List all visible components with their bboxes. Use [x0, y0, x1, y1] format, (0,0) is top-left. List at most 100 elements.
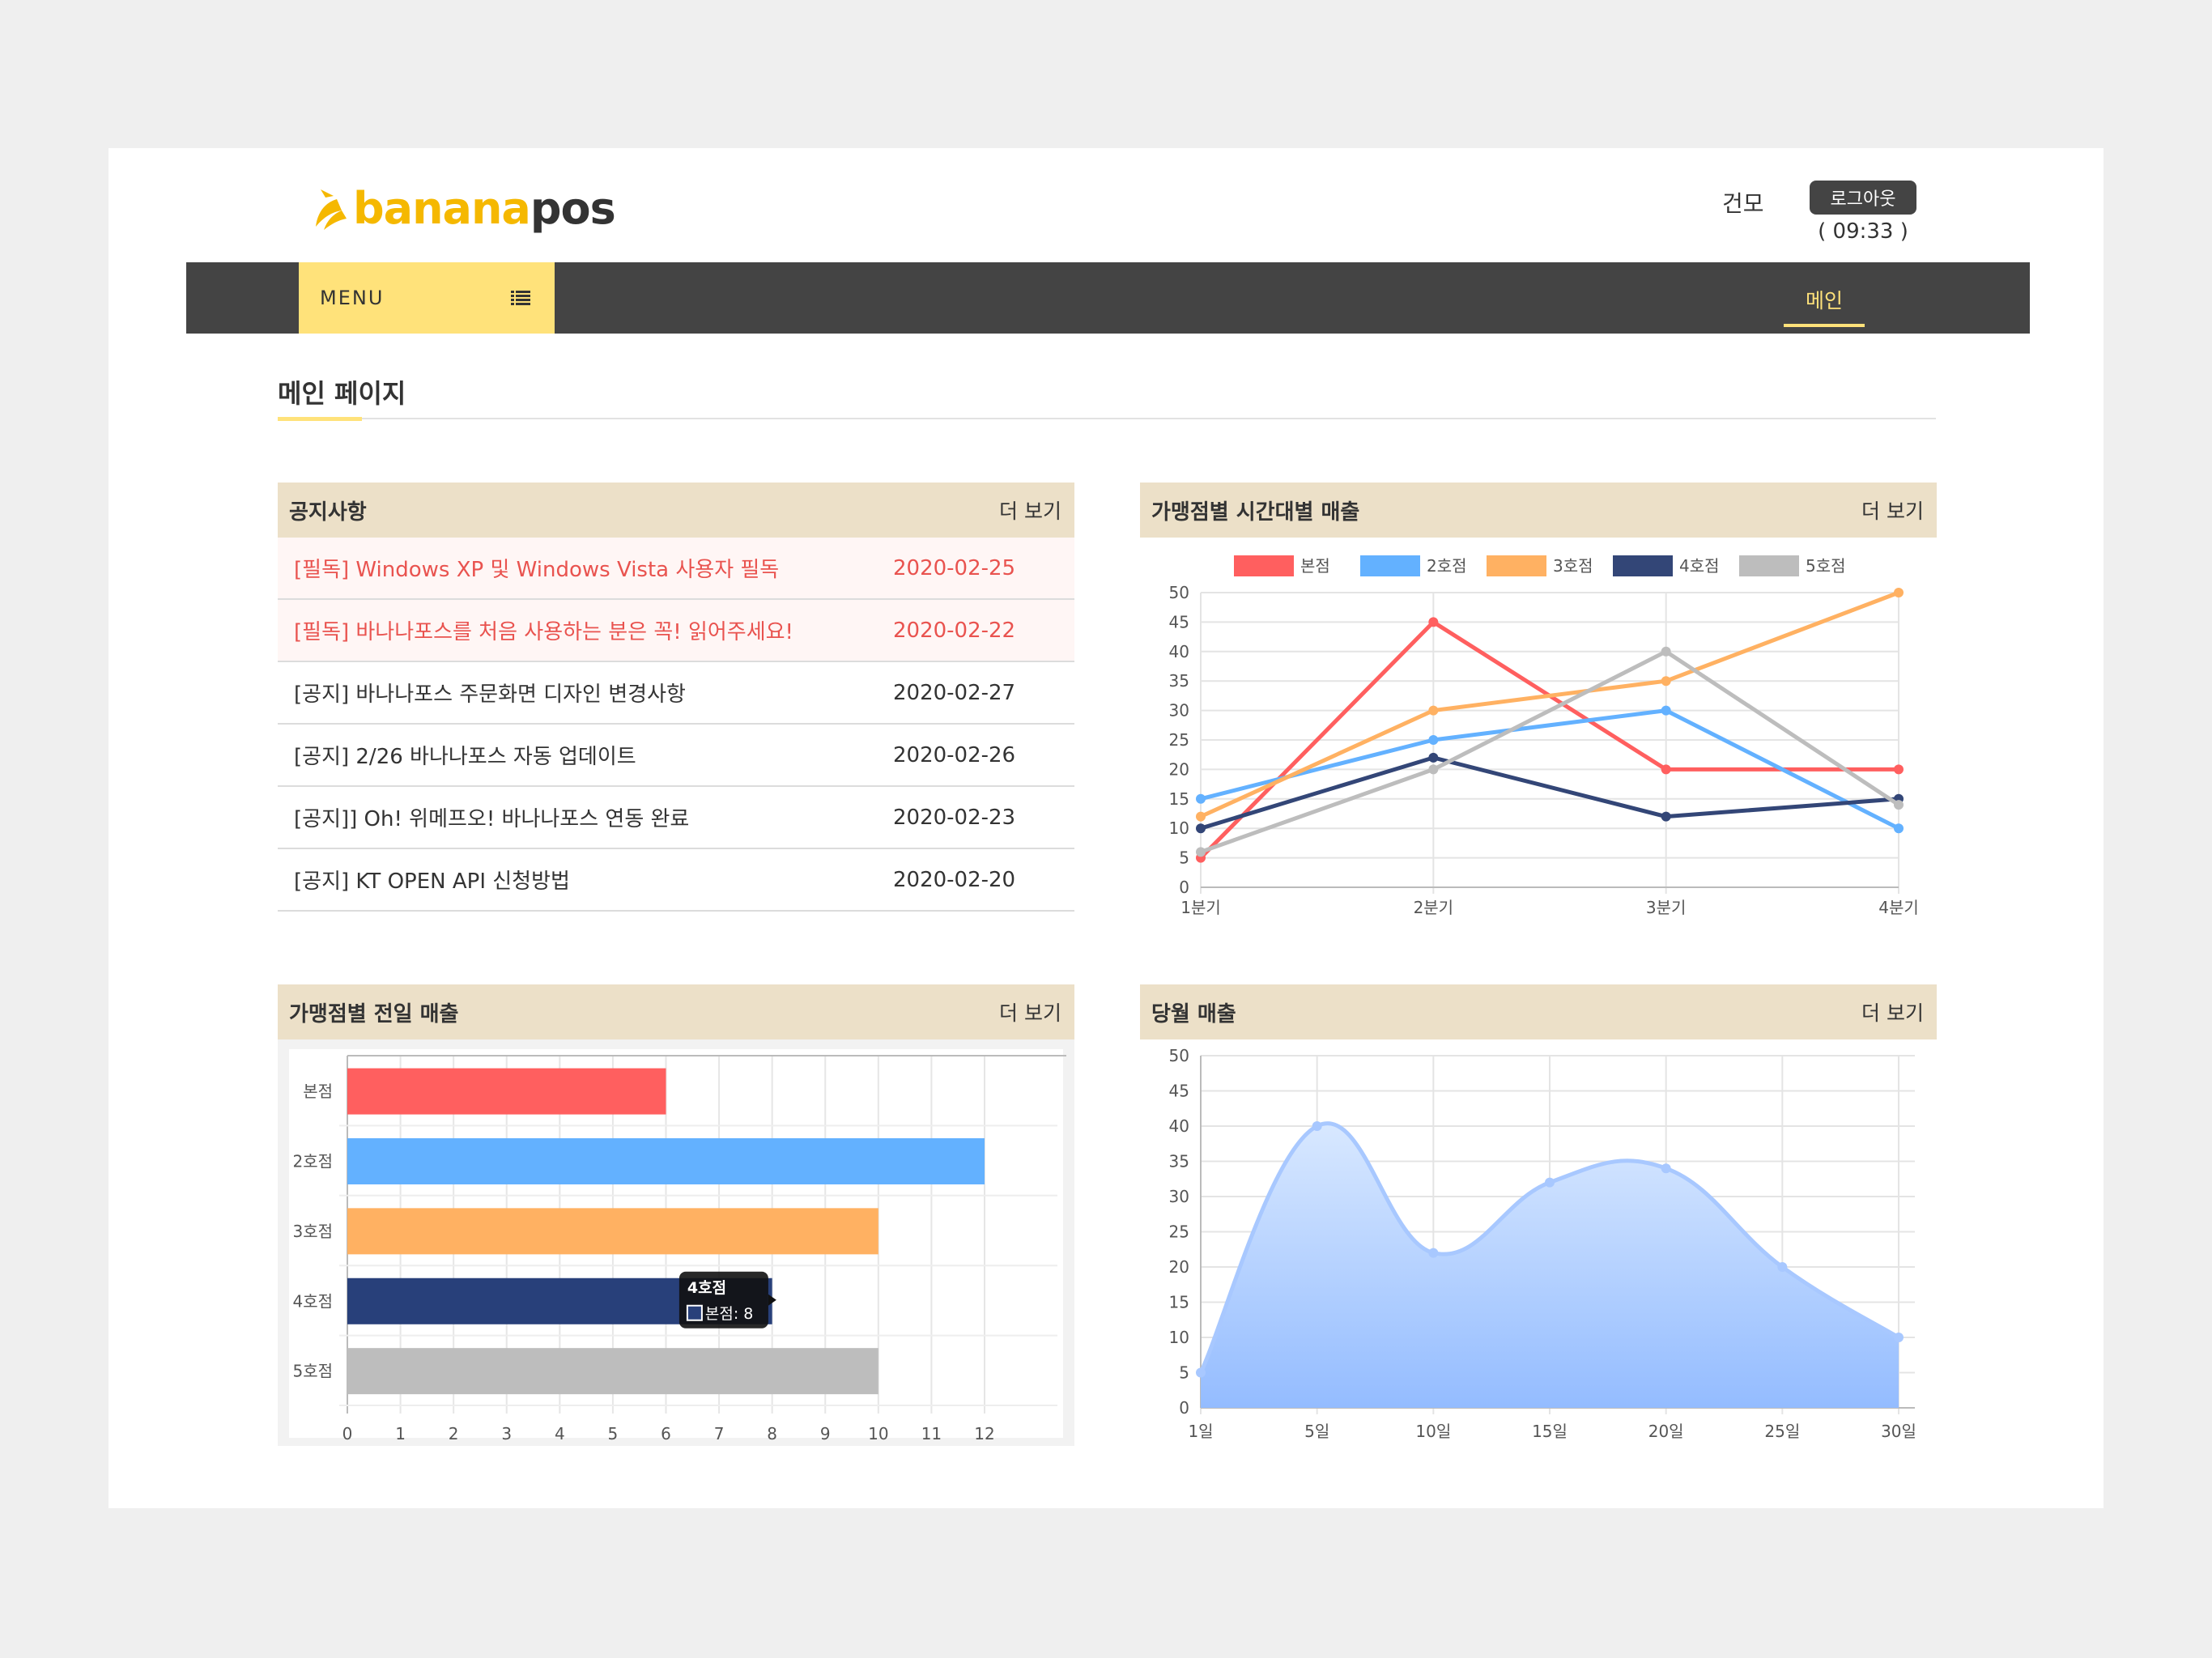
title-accent	[278, 417, 362, 421]
notice-more-link[interactable]: 더 보기	[999, 495, 1061, 525]
bar-chart-more-link[interactable]: 더 보기	[999, 997, 1061, 1027]
line-chart-panel: 가맹점별 시간대별 매출 더 보기 0 5 10 15 20 25 30 35 40 45 50 1분…	[1140, 483, 1937, 1065]
legend-swatch[interactable]	[1487, 555, 1546, 576]
bar[interactable]	[347, 1208, 878, 1255]
data-point[interactable]	[1196, 1367, 1206, 1378]
bar-chart-panel: 가맹점별 전일 매출 더 보기 0 1 2 3 4 5 6 7 8 9 10 11 12 본점 2호점 3호점…	[278, 984, 1074, 1446]
notice-row[interactable]: [공지] 바나나포스 주문화면 디자인 변경사항 2020-02-27	[278, 662, 1074, 725]
y-tick-label: 50	[1169, 1046, 1189, 1065]
y-tick-label: 20	[1169, 759, 1189, 779]
data-point[interactable]	[1196, 823, 1206, 834]
notice-date: 2020-02-23	[893, 805, 1016, 830]
x-tick-label: 30일	[1881, 1422, 1916, 1441]
legend-swatch[interactable]	[1234, 555, 1294, 576]
data-point[interactable]	[1312, 1121, 1322, 1131]
line-chart-more-link[interactable]: 더 보기	[1861, 495, 1924, 525]
x-tick-label: 20일	[1648, 1422, 1684, 1441]
y-tick-label: 0	[1179, 1398, 1189, 1418]
data-point[interactable]	[1428, 617, 1439, 627]
area-chart-title: 당월 매출	[1151, 1001, 1236, 1027]
notice-row[interactable]: [공지]] Oh! 위메프오! 바나나포스 연동 완료 2020-02-23	[278, 787, 1074, 849]
notice-row[interactable]: [공지] 2/26 바나나포스 자동 업데이트 2020-02-26	[278, 725, 1074, 787]
data-point[interactable]	[1428, 1248, 1439, 1258]
page: banana pos 건모 로그아웃 ( 09:33 ) MENU 메인 메인 페…	[108, 148, 2104, 1508]
data-point[interactable]	[1894, 1333, 1904, 1342]
y-tick-label: 40	[1169, 642, 1189, 661]
y-tick-label: 25	[1169, 730, 1189, 750]
x-tick-label: 11	[921, 1424, 942, 1443]
x-tick-label: 10일	[1415, 1422, 1451, 1441]
data-point[interactable]	[1196, 811, 1206, 822]
data-point[interactable]	[1545, 1177, 1555, 1188]
data-point[interactable]	[1894, 823, 1904, 834]
y-tick-label: 25	[1169, 1222, 1189, 1242]
bar-chart: 0 1 2 3 4 5 6 7 8 9 10 11 12본점2호점3호점4호점5호점4호점본점: 8	[289, 1049, 1066, 1443]
notice-title: [공지]] Oh! 위메프오! 바나나포스 연동 완료	[294, 807, 690, 831]
x-tick-label: 7	[714, 1424, 725, 1443]
notice-row[interactable]: [공지] KT OPEN API 신청방법 2020-02-20	[278, 849, 1074, 912]
data-point[interactable]	[1894, 588, 1904, 597]
line-chart-title: 가맹점별 시간대별 매출	[1151, 500, 1360, 525]
data-point[interactable]	[1661, 1163, 1671, 1174]
data-point[interactable]	[1894, 764, 1904, 775]
data-point[interactable]	[1196, 847, 1206, 857]
data-point[interactable]	[1661, 705, 1671, 716]
bar[interactable]	[347, 1137, 985, 1184]
tooltip: 4호점본점: 8	[678, 1271, 776, 1329]
x-tick-label: 15일	[1532, 1422, 1568, 1441]
y-tick-label: 20	[1169, 1257, 1189, 1277]
data-point[interactable]	[1894, 800, 1904, 810]
data-point[interactable]	[1661, 811, 1671, 822]
notice-row[interactable]: [필독] 바나나포스를 처음 사용하는 분은 꼭! 읽어주세요! 2020-02-…	[278, 600, 1074, 662]
data-point[interactable]	[1661, 764, 1671, 775]
bar[interactable]	[347, 1348, 878, 1395]
menu-button[interactable]: MENU	[299, 262, 555, 334]
legend-swatch[interactable]	[1739, 555, 1799, 576]
x-tick-label: 5	[608, 1424, 619, 1443]
line-chart-header: 가맹점별 시간대별 매출 더 보기	[1140, 483, 1937, 538]
bar[interactable]	[347, 1068, 666, 1115]
logo[interactable]: banana pos	[309, 181, 616, 237]
list-icon	[511, 291, 530, 305]
data-point[interactable]	[1661, 646, 1671, 657]
x-tick-label: 8	[767, 1424, 777, 1443]
y-tick-label: 10	[1169, 818, 1189, 838]
logout-button[interactable]: 로그아웃	[1810, 181, 1916, 215]
x-tick-label: 1분기	[1180, 898, 1221, 917]
data-point[interactable]	[1777, 1262, 1788, 1272]
data-point[interactable]	[1428, 764, 1439, 775]
data-point[interactable]	[1428, 735, 1439, 745]
nav-item-main[interactable]: 메인	[1784, 262, 1865, 334]
notice-date: 2020-02-26	[893, 742, 1016, 767]
notice-date: 2020-02-27	[893, 680, 1016, 705]
banana-logo-icon	[316, 189, 347, 230]
data-point[interactable]	[1196, 793, 1206, 804]
logo-text-banana: banana	[353, 183, 531, 234]
tooltip-label: 본점: 8	[705, 1305, 754, 1323]
notice-list: [필독] Windows XP 및 Windows Vista 사용자 필독 20…	[278, 538, 1074, 912]
y-tick-label: 35	[1169, 671, 1189, 691]
x-tick-label: 2분기	[1414, 898, 1454, 917]
x-tick-label: 2	[449, 1424, 459, 1443]
x-tick-label: 3	[501, 1424, 512, 1443]
legend-label: 본점	[1300, 556, 1330, 576]
notice-row[interactable]: [필독] Windows XP 및 Windows Vista 사용자 필독 20…	[278, 538, 1074, 600]
nav-active-indicator	[1784, 324, 1865, 327]
legend-swatch[interactable]	[1613, 555, 1673, 576]
data-point[interactable]	[1428, 752, 1439, 763]
tooltip-title: 4호점	[687, 1279, 726, 1297]
x-tick-label: 4분기	[1878, 898, 1919, 917]
legend-swatch[interactable]	[1360, 555, 1420, 576]
notice-date: 2020-02-20	[893, 867, 1016, 892]
data-point[interactable]	[1661, 676, 1671, 687]
y-tick-label: 35	[1169, 1152, 1189, 1171]
legend-label: 2호점	[1427, 556, 1467, 576]
page-title: 메인 페이지	[278, 378, 406, 409]
area-chart-more-link[interactable]: 더 보기	[1861, 997, 1924, 1027]
line-chart: 0 5 10 15 20 25 30 35 40 45 50 1분기 2분기 3분기 4분기 본점 2호점 3호점…	[1169, 555, 1919, 917]
notice-title: [공지] 2/26 바나나포스 자동 업데이트	[294, 745, 636, 769]
legend-label: 3호점	[1553, 556, 1593, 576]
y-tick-label: 50	[1169, 583, 1189, 602]
area-chart-header: 당월 매출 더 보기	[1140, 984, 1937, 1039]
data-point[interactable]	[1428, 705, 1439, 716]
